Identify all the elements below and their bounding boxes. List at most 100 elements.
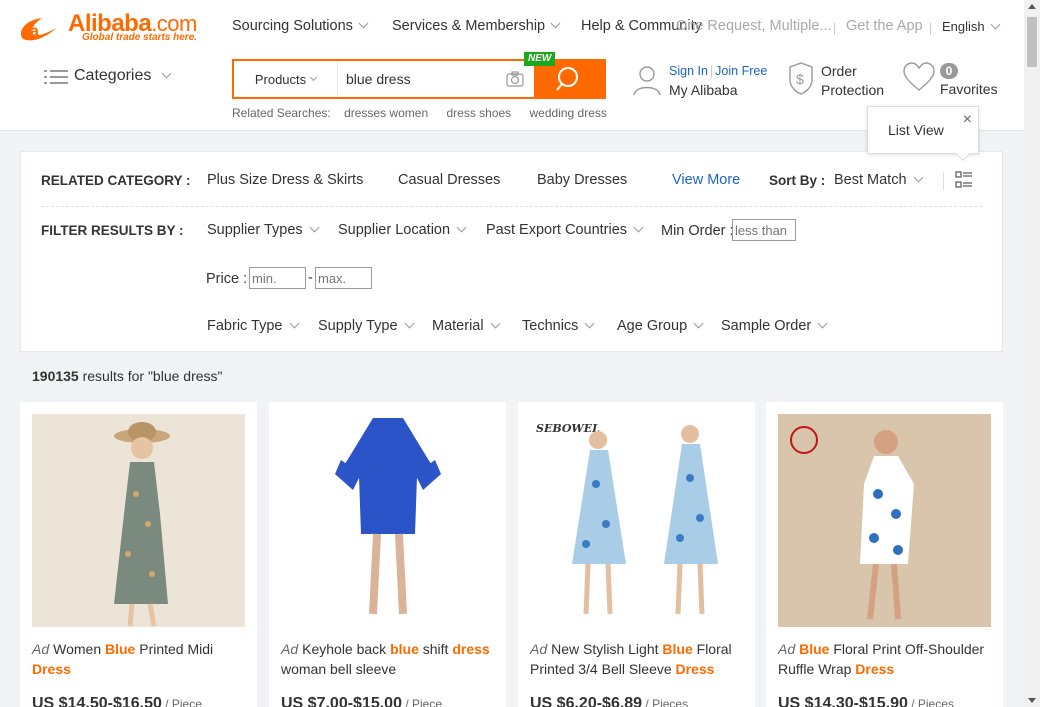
chevron-down-icon [550, 18, 561, 29]
nav-services-membership[interactable]: Services & Membership [392, 18, 561, 34]
svg-text:a: a [30, 23, 39, 40]
result-count: 190135 results for "blue dress" [32, 368, 223, 384]
join-free-link[interactable]: Join Free [715, 64, 767, 78]
svg-text:SEBOWEL: SEBOWEL [536, 422, 600, 435]
menu-icon [44, 68, 68, 84]
filter-panel: RELATED CATEGORY : Plus Size Dress & Ski… [20, 151, 1003, 352]
nav-one-request[interactable]: One Request, Multiple... [676, 18, 832, 34]
related-search-link[interactable]: dress shoes [446, 106, 511, 120]
close-icon[interactable]: × [963, 111, 972, 129]
user-icon [633, 66, 661, 96]
heart-icon [903, 62, 935, 91]
product-image[interactable]: SEBOWEL [530, 414, 743, 627]
search-bar: Products NEW [232, 52, 606, 99]
chevron-down-icon [310, 73, 318, 81]
nav-divider [834, 23, 835, 35]
filter-past-export-countries[interactable]: Past Export Countries [486, 222, 644, 238]
filter-sample-order[interactable]: Sample Order [721, 318, 828, 334]
language-select[interactable]: English [942, 19, 1001, 34]
sort-divider [943, 172, 944, 190]
nav-sourcing-solutions[interactable]: Sourcing Solutions [232, 18, 369, 34]
shield-dollar-icon: $ [789, 62, 813, 95]
related-category-link[interactable]: Plus Size Dress & Skirts [207, 172, 363, 188]
chevron-down-icon [309, 222, 320, 233]
related-category-link[interactable]: Casual Dresses [398, 172, 500, 188]
list-view-icon[interactable] [955, 171, 973, 189]
search-input[interactable] [346, 67, 496, 91]
page-scrollbar[interactable] [1024, 0, 1040, 707]
filter-technics[interactable]: Technics [522, 318, 595, 334]
list-view-tooltip: List View × [867, 106, 979, 162]
chevron-down-icon [693, 318, 704, 329]
my-alibaba-link[interactable]: My Alibaba [669, 82, 737, 98]
filter-divider [41, 206, 982, 207]
scroll-thumb[interactable] [1027, 17, 1037, 67]
chevron-down-icon [490, 318, 501, 329]
view-more-link[interactable]: View More [672, 172, 740, 188]
filter-age-group[interactable]: Age Group [617, 318, 704, 334]
new-badge: NEW [524, 52, 556, 66]
product-price: US $14.30-$15.90 / Pieces [778, 695, 954, 707]
product-image[interactable] [778, 414, 991, 627]
categories-label: Categories [74, 67, 152, 84]
nav-get-app[interactable]: Get the App [846, 18, 923, 34]
chevron-down-icon [404, 318, 414, 329]
filter-results-label: FILTER RESULTS BY : [41, 223, 184, 238]
price-dash: - [308, 270, 313, 286]
order-protection-label: Order Protection [821, 63, 885, 98]
chevron-down-icon [584, 318, 595, 329]
product-title[interactable]: Ad New Stylish Light Blue Floral Printed … [530, 639, 745, 679]
svg-text:$: $ [796, 71, 804, 87]
tooltip-text: List View [888, 122, 944, 138]
related-searches-label: Related Searches: [232, 106, 331, 120]
related-category-label: RELATED CATEGORY : [41, 173, 191, 188]
search-category-select[interactable]: Products [234, 61, 338, 97]
product-title[interactable]: Ad Blue Floral Print Off-Shoulder Ruffle … [778, 639, 993, 679]
sign-in-link[interactable]: Sign In [669, 64, 708, 78]
filter-material[interactable]: Material [432, 318, 501, 334]
chevron-down-icon [358, 18, 369, 29]
chevron-down-icon [913, 172, 923, 183]
scroll-down-arrow-icon[interactable] [1028, 698, 1036, 703]
product-title[interactable]: Ad Keyhole back blue shift dress woman be… [281, 639, 496, 679]
min-order-label: Min Order : [661, 223, 734, 239]
filter-supplier-location[interactable]: Supplier Location [338, 222, 467, 238]
nav-divider [930, 23, 931, 35]
chevron-down-icon [456, 222, 467, 233]
price-label: Price : [206, 271, 248, 287]
min-order-input[interactable] [732, 219, 796, 241]
chevron-down-icon [161, 68, 172, 78]
product-price: US $7.00-$15.00 / Piece [281, 695, 443, 707]
chevron-down-icon [990, 19, 1001, 30]
product-image[interactable] [281, 414, 494, 627]
filter-fabric-type[interactable]: Fabric Type [207, 318, 299, 334]
product-card[interactable]: Ad Blue Floral Print Off-Shoulder Ruffle … [766, 402, 1003, 707]
filter-supplier-types[interactable]: Supplier Types [207, 222, 320, 238]
categories-menu[interactable]: Categories [44, 67, 172, 85]
scroll-up-arrow-icon[interactable] [1028, 4, 1036, 9]
related-category-link[interactable]: Baby Dresses [537, 172, 627, 188]
price-min-input[interactable] [249, 267, 306, 289]
sort-select[interactable]: Best Match [834, 172, 923, 188]
filter-supply-type[interactable]: Supply Type [318, 318, 414, 334]
favorites-label: Favorites [940, 81, 998, 97]
alibaba-logo[interactable]: a Alibaba.com Global trade starts here. [16, 10, 206, 46]
related-search-link[interactable]: dresses women [344, 106, 428, 120]
chevron-down-icon [289, 318, 299, 329]
camera-icon[interactable] [506, 71, 524, 87]
product-card[interactable]: Ad Keyhole back blue shift dress woman be… [269, 402, 506, 707]
product-card[interactable]: SEBOWEL Ad New Stylish Light Blue Floral … [518, 402, 755, 707]
chevron-down-icon [633, 222, 644, 233]
sort-by-label: Sort By : [769, 173, 826, 188]
favorites-count-badge: 0 [940, 63, 958, 79]
product-image[interactable] [32, 414, 245, 627]
logo-tagline: Global trade starts here. [82, 32, 198, 43]
related-search-link[interactable]: wedding dress [530, 106, 607, 120]
chevron-down-icon [817, 318, 828, 329]
product-card[interactable]: Ad Women Blue Printed Midi Dress US $14.5… [20, 402, 257, 707]
price-max-input[interactable] [315, 267, 372, 289]
product-title[interactable]: Ad Women Blue Printed Midi Dress [32, 639, 247, 679]
product-price: US $14.50-$16.50 / Piece [32, 695, 202, 707]
related-searches: Related Searches: dresses women dress sh… [232, 106, 607, 120]
logo-mark-icon: a [20, 18, 56, 41]
